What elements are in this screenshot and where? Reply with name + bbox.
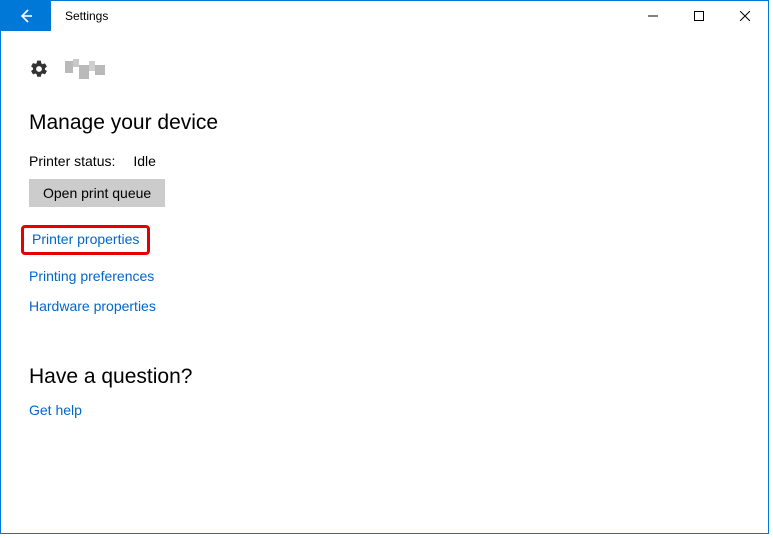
have-a-question-heading: Have a question? [29,365,740,389]
printer-name-redacted [65,59,107,79]
printer-header-row [29,59,740,79]
titlebar: Settings [1,1,768,31]
printer-status-line: Printer status: Idle [29,153,740,169]
manage-device-heading: Manage your device [29,111,740,135]
minimize-icon [648,11,658,21]
maximize-icon [694,11,704,21]
settings-window: Settings [0,0,769,534]
printer-status-value: Idle [133,153,156,169]
close-icon [740,11,750,21]
hardware-properties-link[interactable]: Hardware properties [29,299,156,313]
titlebar-spacer [108,1,630,31]
printer-properties-link[interactable]: Printer properties [32,232,139,246]
content-area: Manage your device Printer status: Idle O… [1,31,768,453]
close-button[interactable] [722,1,768,31]
printer-properties-highlight: Printer properties [21,225,150,255]
back-button[interactable] [1,1,51,31]
printer-status-label: Printer status: [29,153,115,169]
maximize-button[interactable] [676,1,722,31]
back-arrow-icon [17,7,35,25]
window-controls [630,1,768,31]
gear-icon [29,59,49,79]
minimize-button[interactable] [630,1,676,31]
printing-preferences-link[interactable]: Printing preferences [29,269,154,283]
open-print-queue-button[interactable]: Open print queue [29,179,165,207]
window-title: Settings [51,1,108,31]
get-help-link[interactable]: Get help [29,403,82,417]
